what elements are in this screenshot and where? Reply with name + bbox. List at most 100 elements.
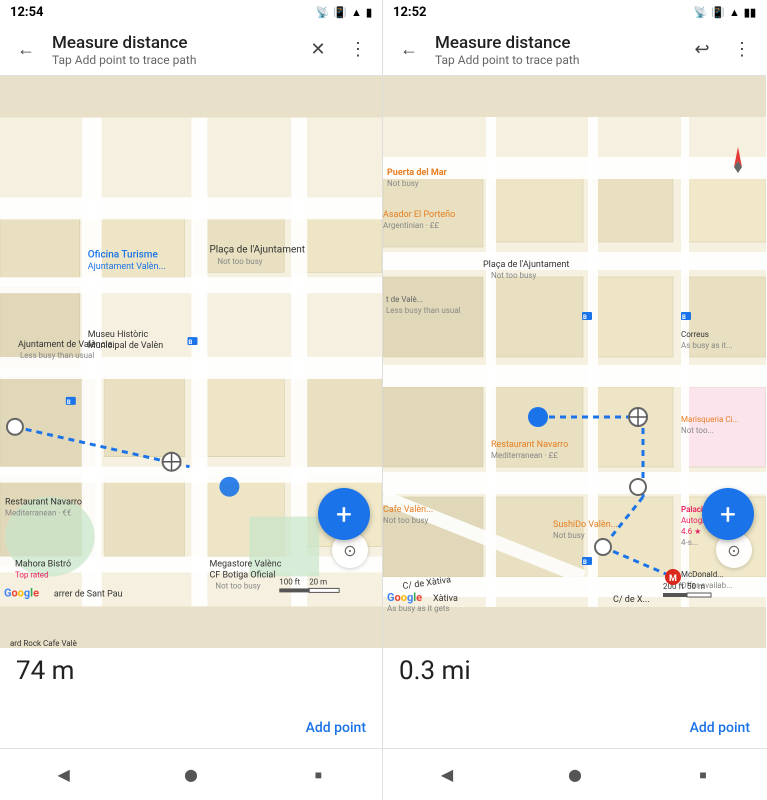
- close-button-1[interactable]: ✕: [302, 34, 334, 66]
- nav-back-icon-1: ◀: [58, 765, 70, 784]
- svg-text:Asador El Porteño: Asador El Porteño: [383, 209, 455, 220]
- more-icon-1: ⋮: [349, 39, 367, 60]
- toolbar-subtitle-2: Tap Add point to trace path: [435, 53, 682, 67]
- svg-text:Xàtiva: Xàtiva: [433, 594, 458, 604]
- vibrate-icon-1: 📳: [333, 6, 347, 19]
- undo-button-2[interactable]: ↩: [686, 34, 718, 66]
- svg-text:ard Rock Cafe Valè: ard Rock Cafe Valè: [10, 639, 77, 648]
- svg-text:Less busy than usual: Less busy than usual: [20, 351, 94, 360]
- toolbar-title-1: Measure distance: [52, 33, 298, 53]
- status-time-2: 12:52: [393, 5, 427, 20]
- map-area-1[interactable]: Oficina Turisme Ajuntament Valèn... Plaç…: [0, 76, 382, 648]
- status-bar-2: 12:52 📡 📳 ▲ ▮▮: [383, 0, 766, 24]
- back-icon-2: ←: [400, 39, 418, 60]
- svg-text:100 ft: 100 ft: [279, 577, 300, 586]
- close-icon-1: ✕: [310, 39, 325, 60]
- nav-home-icon-2: ⬤: [568, 768, 581, 782]
- svg-text:Correus: Correus: [681, 330, 709, 339]
- status-icons-1: 📡 📳 ▲ ▮: [316, 6, 372, 19]
- status-time-1: 12:54: [10, 5, 44, 20]
- back-button-1[interactable]: ←: [8, 32, 44, 68]
- map-area-2[interactable]: Puerta del Mar Not busy Asador El Porteñ…: [383, 76, 766, 648]
- svg-text:4-s...: 4-s...: [681, 538, 698, 547]
- svg-text:50 m: 50 m: [687, 582, 705, 591]
- svg-text:Oficina Turisme: Oficina Turisme: [88, 249, 159, 260]
- svg-text:As busy as it...: As busy as it...: [681, 341, 733, 350]
- status-icons-2: 📡 📳 ▲ ▮▮: [694, 6, 756, 19]
- svg-text:Museu Històric: Museu Històric: [88, 330, 149, 340]
- svg-text:As busy as it gets: As busy as it gets: [387, 604, 450, 613]
- distance-2: 0.3 mi: [399, 656, 750, 687]
- svg-text:Google: Google: [387, 591, 422, 604]
- svg-text:B: B: [67, 399, 71, 406]
- svg-text:20 m: 20 m: [309, 577, 327, 586]
- svg-text:B: B: [682, 314, 686, 321]
- svg-text:Plaça de l'Ajuntament: Plaça de l'Ajuntament: [209, 244, 305, 255]
- nav-back-button-2[interactable]: ◀: [429, 757, 465, 793]
- svg-text:Megastore Valènc: Megastore Valènc: [209, 559, 281, 569]
- add-point-button-1[interactable]: Add point: [306, 720, 366, 736]
- fab-icon-2: +: [720, 498, 736, 531]
- more-icon-2: ⋮: [733, 39, 751, 60]
- wifi-icon-1: ▲: [351, 6, 362, 19]
- more-button-1[interactable]: ⋮: [342, 34, 374, 66]
- nav-home-button-1[interactable]: ⬤: [173, 757, 209, 793]
- wifi-icon-2: ▲: [729, 6, 740, 19]
- vibrate-icon-2: 📳: [711, 6, 725, 19]
- toolbar-titles-2: Measure distance Tap Add point to trace …: [431, 33, 682, 67]
- svg-text:C/ de X...: C/ de X...: [613, 595, 650, 605]
- more-button-2[interactable]: ⋮: [726, 34, 758, 66]
- svg-text:Mediterranean · ££: Mediterranean · ££: [491, 451, 558, 460]
- cast-icon-2: 📡: [694, 6, 708, 19]
- toolbar-2: ← Measure distance Tap Add point to trac…: [383, 24, 766, 76]
- svg-text:Not too...: Not too...: [681, 426, 714, 435]
- svg-text:Municipal de Valèn: Municipal de Valèn: [88, 341, 163, 351]
- svg-text:Not too busy: Not too busy: [217, 257, 262, 266]
- add-point-button-2[interactable]: Add point: [690, 720, 750, 736]
- svg-text:B: B: [583, 314, 587, 321]
- toolbar-title-2: Measure distance: [435, 33, 682, 53]
- svg-text:CF Botiga Oficial: CF Botiga Oficial: [209, 570, 275, 580]
- panel-2: 12:52 📡 📳 ▲ ▮▮ ← Measure distance Tap Ad…: [383, 0, 766, 748]
- svg-text:M: M: [669, 574, 677, 584]
- toolbar-titles-1: Measure distance Tap Add point to trace …: [48, 33, 298, 67]
- svg-text:Plaça de l'Ajuntament: Plaça de l'Ajuntament: [483, 260, 569, 270]
- svg-text:Cafe Valèn...: Cafe Valèn...: [383, 505, 433, 515]
- toolbar-actions-1: ✕ ⋮: [302, 34, 374, 66]
- nav-recents-button-1[interactable]: ■: [300, 757, 336, 793]
- svg-text:Ajuntament Valèn...: Ajuntament Valèn...: [88, 262, 166, 272]
- bottom-panel-1: 74 m Add point: [0, 648, 382, 748]
- svg-text:B: B: [583, 559, 587, 566]
- back-icon-1: ←: [17, 39, 35, 60]
- svg-text:Not busy: Not busy: [387, 179, 419, 188]
- battery-icon-2: ▮▮: [744, 6, 756, 19]
- svg-text:Mahora Bistró: Mahora Bistró: [15, 559, 71, 569]
- toolbar-actions-2: ↩ ⋮: [686, 34, 758, 66]
- bottom-panel-2: 0.3 mi Add point: [383, 648, 766, 748]
- nav-back-button-1[interactable]: ◀: [46, 757, 82, 793]
- back-button-2[interactable]: ←: [391, 32, 427, 68]
- nav-recents-icon-1: ■: [315, 768, 322, 782]
- battery-icon-1: ▮: [366, 6, 372, 19]
- svg-text:Less busy than usual: Less busy than usual: [386, 306, 461, 315]
- svg-text:Mediterranean · €€: Mediterranean · €€: [5, 509, 72, 518]
- svg-text:SushiDo Valèn...: SushiDo Valèn...: [553, 520, 618, 530]
- svg-text:Argentinian · ££: Argentinian · ££: [383, 221, 439, 230]
- svg-text:Restaurant Navarro: Restaurant Navarro: [491, 440, 568, 450]
- fab-button-1[interactable]: +: [318, 488, 370, 540]
- nav-bar-2: ◀ ⬤ ■: [383, 748, 767, 800]
- nav-recents-icon-2: ■: [699, 768, 706, 782]
- svg-text:B: B: [189, 339, 193, 346]
- svg-text:McDonald...: McDonald...: [681, 570, 724, 579]
- svg-text:Not busy: Not busy: [553, 531, 585, 540]
- cast-icon-1: 📡: [316, 6, 330, 19]
- status-bar-1: 12:54 📡 📳 ▲ ▮: [0, 0, 382, 24]
- nav-recents-button-2[interactable]: ■: [685, 757, 721, 793]
- compass-icon-1: ⊙: [343, 541, 356, 560]
- fab-button-2[interactable]: +: [702, 488, 754, 540]
- svg-text:Not too busy: Not too busy: [491, 271, 537, 280]
- svg-text:Restaurant Navarro: Restaurant Navarro: [5, 498, 82, 508]
- nav-home-button-2[interactable]: ⬤: [557, 757, 593, 793]
- svg-text:Top rated: Top rated: [15, 570, 49, 579]
- fab-icon-1: +: [336, 498, 352, 531]
